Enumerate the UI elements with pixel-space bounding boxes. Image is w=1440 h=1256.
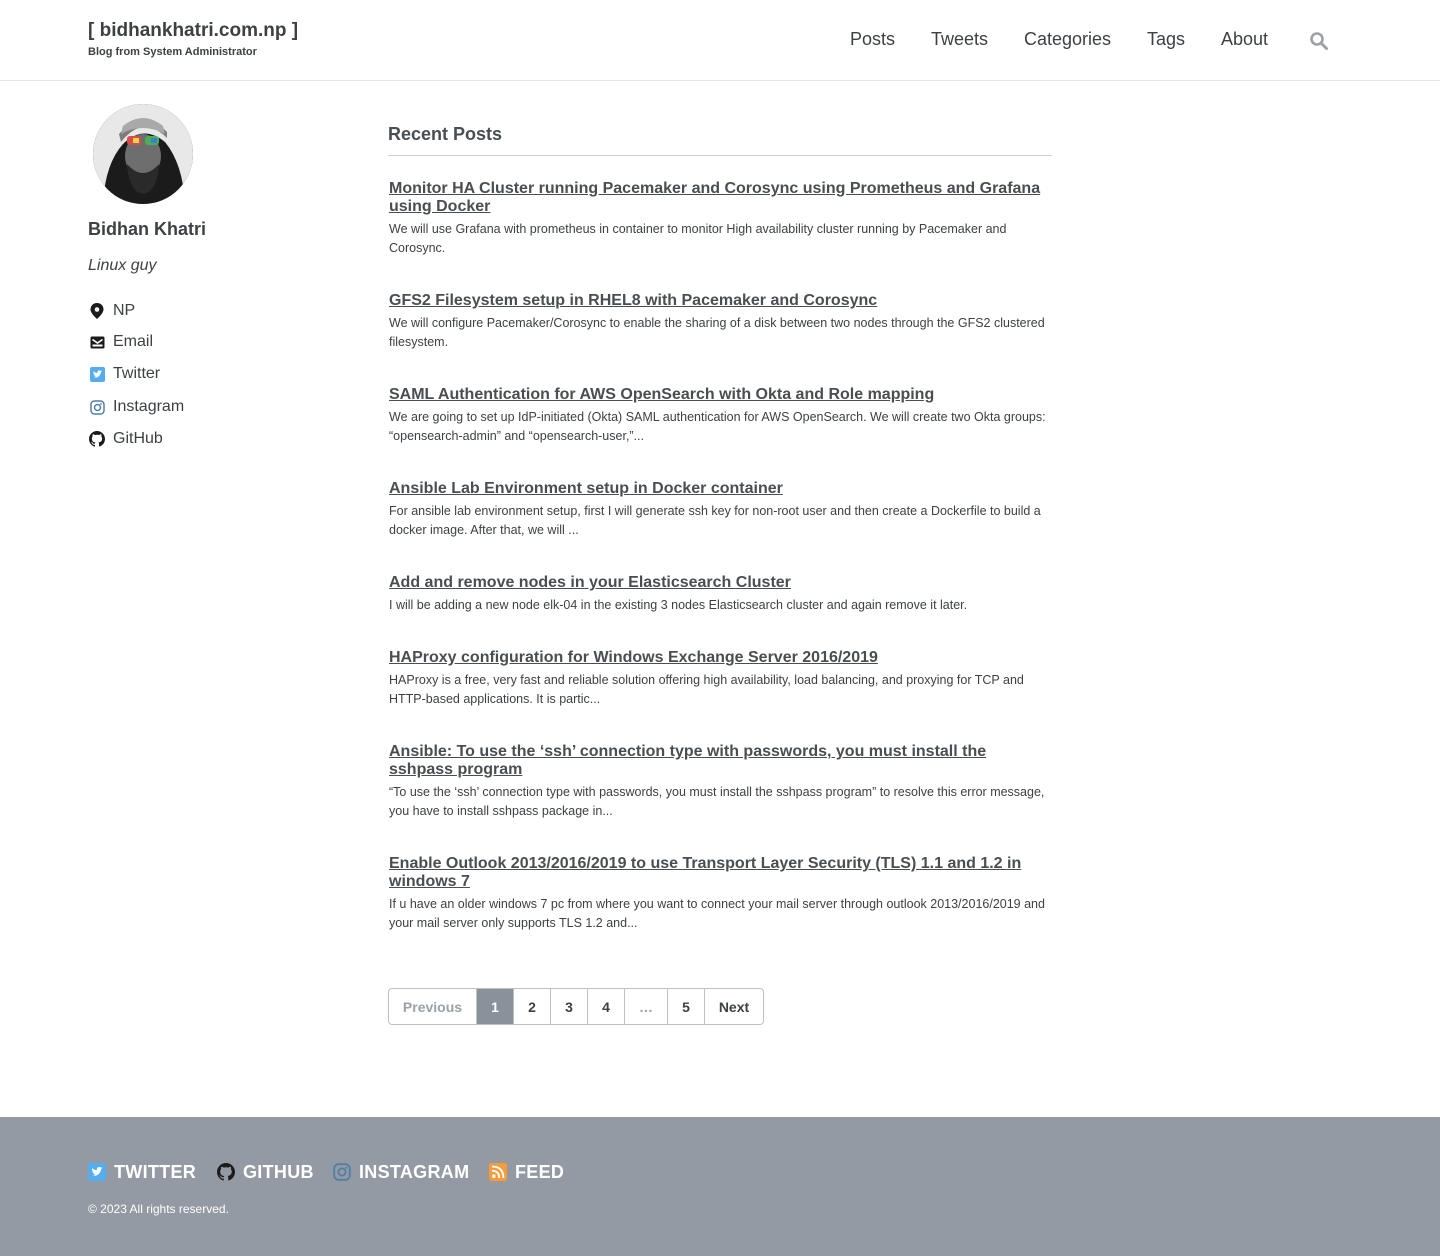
github-icon <box>217 1163 235 1181</box>
rss-icon <box>489 1163 507 1181</box>
author-email-label: Email <box>113 333 154 350</box>
post-title-link[interactable]: Ansible: To use the ‘ssh’ connection typ… <box>389 743 1051 779</box>
copyright: © 2023 All rights reserved. <box>88 1202 229 1216</box>
envelope-icon <box>88 333 106 351</box>
author-location: NP <box>88 300 135 322</box>
footer-instagram-link[interactable]: INSTAGRAM <box>333 1162 469 1182</box>
main-nav: Posts Tweets Categories Tags About <box>0 29 1440 51</box>
author-twitter-link[interactable]: Twitter <box>88 363 160 385</box>
author-instagram-label: Instagram <box>113 398 185 415</box>
nav-categories[interactable]: Categories <box>1024 29 1111 50</box>
page-footer: TWITTER GITHUB INSTAGRAM FEED © 2023 All… <box>0 1117 1440 1256</box>
post-title-link[interactable]: Monitor HA Cluster running Pacemaker and… <box>389 180 1051 216</box>
post-excerpt: HAProxy is a free, very fast and reliabl… <box>389 673 1024 706</box>
author-bio: Linux guy <box>88 257 157 274</box>
list-item: Enable Outlook 2013/2016/2019 to use Tra… <box>389 855 1051 933</box>
post-title-link[interactable]: Ansible Lab Environment setup in Docker … <box>389 480 1051 498</box>
list-item: SAML Authentication for AWS OpenSearch w… <box>389 386 1051 446</box>
author-github-link[interactable]: GitHub <box>88 428 163 450</box>
author-email-link[interactable]: Email <box>88 331 153 353</box>
footer-twitter-label: TWITTER <box>114 1161 197 1182</box>
author-name: Bidhan Khatri <box>88 219 207 239</box>
github-icon <box>88 430 106 448</box>
twitter-icon <box>88 1163 106 1181</box>
post-excerpt: We will configure Pacemaker/Corosync to … <box>389 316 1045 349</box>
list-item: Monitor HA Cluster running Pacemaker and… <box>389 180 1051 258</box>
post-title-link[interactable]: SAML Authentication for AWS OpenSearch w… <box>389 386 1051 404</box>
author-github-label: GitHub <box>113 430 163 447</box>
pagination-page-5[interactable]: 5 <box>668 989 705 1024</box>
footer-github-label: GITHUB <box>243 1161 314 1182</box>
author-twitter-label: Twitter <box>113 365 161 382</box>
nav-tweets[interactable]: Tweets <box>931 29 988 50</box>
post-excerpt: We are going to set up IdP-initiated (Ok… <box>389 410 1046 443</box>
nav-tags[interactable]: Tags <box>1147 29 1185 50</box>
nav-about[interactable]: About <box>1221 29 1268 50</box>
list-item: Add and remove nodes in your Elasticsear… <box>389 574 1051 615</box>
post-title-link[interactable]: GFS2 Filesystem setup in RHEL8 with Pace… <box>389 292 1051 310</box>
post-excerpt: We will use Grafana with prometheus in c… <box>389 222 1007 255</box>
pagination-page-2[interactable]: 2 <box>514 989 551 1024</box>
twitter-icon <box>88 365 106 383</box>
post-excerpt: “To use the ‘ssh’ connection type with p… <box>389 785 1045 818</box>
instagram-icon <box>88 398 106 416</box>
list-item: HAProxy configuration for Windows Exchan… <box>389 649 1051 709</box>
list-item: Ansible Lab Environment setup in Docker … <box>389 480 1051 540</box>
pagination-next[interactable]: Next <box>705 989 763 1024</box>
location-pin-icon <box>88 302 106 320</box>
nav-posts[interactable]: Posts <box>850 29 895 50</box>
instagram-icon <box>333 1163 351 1181</box>
title-divider <box>388 155 1052 156</box>
footer-twitter-link[interactable]: TWITTER <box>88 1162 196 1182</box>
post-excerpt: For ansible lab environment setup, first… <box>389 504 1041 537</box>
footer-instagram-label: INSTAGRAM <box>359 1161 470 1182</box>
list-item: GFS2 Filesystem setup in RHEL8 with Pace… <box>389 292 1051 352</box>
post-excerpt: If u have an older windows 7 pc from whe… <box>389 897 1045 930</box>
pagination: Previous 1 2 3 4 … 5 Next <box>388 988 764 1025</box>
footer-feed-link[interactable]: FEED <box>489 1162 564 1182</box>
author-instagram-link[interactable]: Instagram <box>88 396 184 418</box>
post-title-link[interactable]: Enable Outlook 2013/2016/2019 to use Tra… <box>389 855 1051 891</box>
pagination-ellipsis: … <box>625 989 668 1024</box>
list-item: Ansible: To use the ‘ssh’ connection typ… <box>389 743 1051 821</box>
post-title-link[interactable]: Add and remove nodes in your Elasticsear… <box>389 574 1051 592</box>
footer-github-link[interactable]: GITHUB <box>217 1162 314 1182</box>
pagination-page-4[interactable]: 4 <box>588 989 625 1024</box>
page-title: Recent Posts <box>388 124 503 144</box>
avatar <box>93 104 193 204</box>
post-excerpt: I will be adding a new node elk-04 in th… <box>389 598 968 612</box>
pagination-page-3[interactable]: 3 <box>551 989 588 1024</box>
author-location-label: NP <box>113 302 136 319</box>
pagination-previous[interactable]: Previous <box>389 989 477 1024</box>
pagination-page-1[interactable]: 1 <box>477 989 514 1024</box>
search-icon[interactable] <box>1309 31 1329 51</box>
masthead: [ bidhankhatri.com.np ] Blog from System… <box>0 0 1440 81</box>
post-title-link[interactable]: HAProxy configuration for Windows Exchan… <box>389 649 1051 667</box>
footer-feed-label: FEED <box>515 1161 565 1182</box>
